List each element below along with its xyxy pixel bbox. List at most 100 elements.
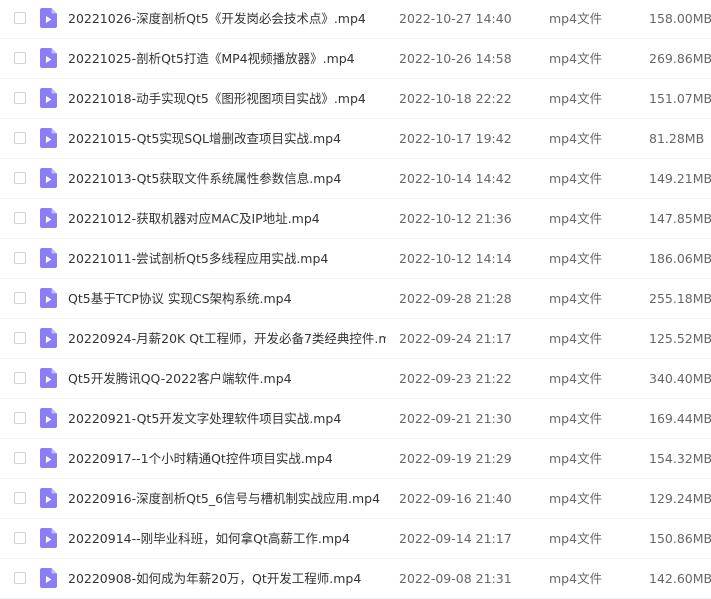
file-name[interactable]: 20220924-月薪20K Qt工程师，开发必备7类经典控件.m... [68, 319, 386, 358]
file-size: 340.40MB [649, 371, 711, 386]
file-row[interactable]: 20220914--刚毕业科班，如何拿Qt高薪工作.mp4 2022-09-14… [0, 519, 711, 559]
file-row[interactable]: Qt5开发腾讯QQ-2022客户端软件.mp4 2022-09-23 21:22… [0, 359, 711, 399]
video-file-icon [40, 408, 57, 428]
file-row[interactable]: Qt5基于TCP协议 实现CS架构系统.mp4 2022-09-28 21:28… [0, 279, 711, 319]
file-list: 20221026-深度剖析Qt5《开发岗必会技术点》.mp4 2022-10-2… [0, 0, 711, 599]
file-type: mp4文件 [549, 571, 603, 586]
file-row[interactable]: 20221011-尝试剖析Qt5多线程应用实战.mp4 2022-10-12 1… [0, 239, 711, 279]
file-row[interactable]: 20220908-如何成为年薪20万，Qt开发工程师.mp4 2022-09-0… [0, 559, 711, 599]
row-checkbox[interactable] [14, 332, 26, 344]
file-type: mp4文件 [549, 131, 603, 146]
file-name[interactable]: 20221011-尝试剖析Qt5多线程应用实战.mp4 [68, 239, 386, 278]
file-type: mp4文件 [549, 491, 603, 506]
file-modified-date: 2022-10-12 21:36 [399, 211, 512, 226]
file-modified-date: 2022-09-14 21:17 [399, 531, 512, 546]
file-name[interactable]: 20221012-获取机器对应MAC及IP地址.mp4 [68, 199, 386, 238]
file-name[interactable]: 20220917--1个小时精通Qt控件项目实战.mp4 [68, 439, 386, 478]
file-type: mp4文件 [549, 91, 603, 106]
file-name[interactable]: 20220914--刚毕业科班，如何拿Qt高薪工作.mp4 [68, 519, 386, 558]
file-size: 147.85MB [649, 211, 711, 226]
file-size: 169.44MB [649, 411, 711, 426]
file-row[interactable]: 20221012-获取机器对应MAC及IP地址.mp4 2022-10-12 2… [0, 199, 711, 239]
file-size: 129.24MB [649, 491, 711, 506]
file-size: 125.52MB [649, 331, 711, 346]
row-checkbox[interactable] [14, 52, 26, 64]
file-size: 151.07MB [649, 91, 711, 106]
file-name[interactable]: 20221025-剖析Qt5打造《MP4视频播放器》.mp4 [68, 39, 386, 78]
file-modified-date: 2022-09-19 21:29 [399, 451, 512, 466]
file-type: mp4文件 [549, 251, 603, 266]
file-size: 154.32MB [649, 451, 711, 466]
file-size: 150.86MB [649, 531, 711, 546]
file-type: mp4文件 [549, 331, 603, 346]
file-modified-date: 2022-10-18 22:22 [399, 91, 512, 106]
file-name[interactable]: Qt5基于TCP协议 实现CS架构系统.mp4 [68, 279, 386, 318]
row-checkbox[interactable] [14, 412, 26, 424]
file-size: 158.00MB [649, 11, 711, 26]
row-checkbox[interactable] [14, 572, 26, 584]
file-modified-date: 2022-09-24 21:17 [399, 331, 512, 346]
file-modified-date: 2022-10-27 14:40 [399, 11, 512, 26]
file-size: 186.06MB [649, 251, 711, 266]
file-row[interactable]: 20221018-动手实现Qt5《图形视图项目实战》.mp4 2022-10-1… [0, 79, 711, 119]
video-file-icon [40, 8, 57, 28]
file-modified-date: 2022-10-17 19:42 [399, 131, 512, 146]
row-checkbox[interactable] [14, 372, 26, 384]
file-name[interactable]: Qt5开发腾讯QQ-2022客户端软件.mp4 [68, 359, 386, 398]
file-size: 269.86MB [649, 51, 711, 66]
file-modified-date: 2022-09-16 21:40 [399, 491, 512, 506]
video-file-icon [40, 528, 57, 548]
file-row[interactable]: 20221025-剖析Qt5打造《MP4视频播放器》.mp4 2022-10-2… [0, 39, 711, 79]
video-file-icon [40, 168, 57, 188]
video-file-icon [40, 288, 57, 308]
row-checkbox[interactable] [14, 492, 26, 504]
file-type: mp4文件 [549, 51, 603, 66]
file-row[interactable]: 20220921-Qt5开发文字处理软件项目实战.mp4 2022-09-21 … [0, 399, 711, 439]
video-file-icon [40, 208, 57, 228]
file-row[interactable]: 20221013-Qt5获取文件系统属性参数信息.mp4 2022-10-14 … [0, 159, 711, 199]
file-size: 149.21MB [649, 171, 711, 186]
row-checkbox[interactable] [14, 12, 26, 24]
row-checkbox[interactable] [14, 92, 26, 104]
file-modified-date: 2022-10-26 14:58 [399, 51, 512, 66]
file-type: mp4文件 [549, 411, 603, 426]
file-type: mp4文件 [549, 371, 603, 386]
file-type: mp4文件 [549, 11, 603, 26]
video-file-icon [40, 88, 57, 108]
file-row[interactable]: 20220917--1个小时精通Qt控件项目实战.mp4 2022-09-19 … [0, 439, 711, 479]
file-size: 81.28MB [649, 131, 705, 146]
row-checkbox[interactable] [14, 212, 26, 224]
file-row[interactable]: 20221015-Qt5实现SQL增删改查项目实战.mp4 2022-10-17… [0, 119, 711, 159]
file-name[interactable]: 20220921-Qt5开发文字处理软件项目实战.mp4 [68, 399, 386, 438]
row-checkbox[interactable] [14, 132, 26, 144]
file-row[interactable]: 20220916-深度剖析Qt5_6信号与槽机制实战应用.mp4 2022-09… [0, 479, 711, 519]
file-size: 142.60MB [649, 571, 711, 586]
file-type: mp4文件 [549, 211, 603, 226]
video-file-icon [40, 128, 57, 148]
row-checkbox[interactable] [14, 532, 26, 544]
file-size: 255.18MB [649, 291, 711, 306]
file-name[interactable]: 20221018-动手实现Qt5《图形视图项目实战》.mp4 [68, 79, 386, 118]
file-type: mp4文件 [549, 531, 603, 546]
file-name[interactable]: 20220916-深度剖析Qt5_6信号与槽机制实战应用.mp4 [68, 479, 386, 518]
file-row[interactable]: 20221026-深度剖析Qt5《开发岗必会技术点》.mp4 2022-10-2… [0, 0, 711, 39]
video-file-icon [40, 328, 57, 348]
file-name[interactable]: 20220908-如何成为年薪20万，Qt开发工程师.mp4 [68, 559, 386, 598]
file-modified-date: 2022-09-21 21:30 [399, 411, 512, 426]
video-file-icon [40, 488, 57, 508]
file-modified-date: 2022-10-14 14:42 [399, 171, 512, 186]
row-checkbox[interactable] [14, 292, 26, 304]
file-name[interactable]: 20221026-深度剖析Qt5《开发岗必会技术点》.mp4 [68, 0, 386, 38]
video-file-icon [40, 248, 57, 268]
row-checkbox[interactable] [14, 452, 26, 464]
file-modified-date: 2022-10-12 14:14 [399, 251, 512, 266]
file-type: mp4文件 [549, 291, 603, 306]
file-type: mp4文件 [549, 451, 603, 466]
video-file-icon [40, 368, 57, 388]
file-row[interactable]: 20220924-月薪20K Qt工程师，开发必备7类经典控件.m... 202… [0, 319, 711, 359]
row-checkbox[interactable] [14, 172, 26, 184]
video-file-icon [40, 48, 57, 68]
file-name[interactable]: 20221015-Qt5实现SQL增删改查项目实战.mp4 [68, 119, 386, 158]
file-name[interactable]: 20221013-Qt5获取文件系统属性参数信息.mp4 [68, 159, 386, 198]
row-checkbox[interactable] [14, 252, 26, 264]
